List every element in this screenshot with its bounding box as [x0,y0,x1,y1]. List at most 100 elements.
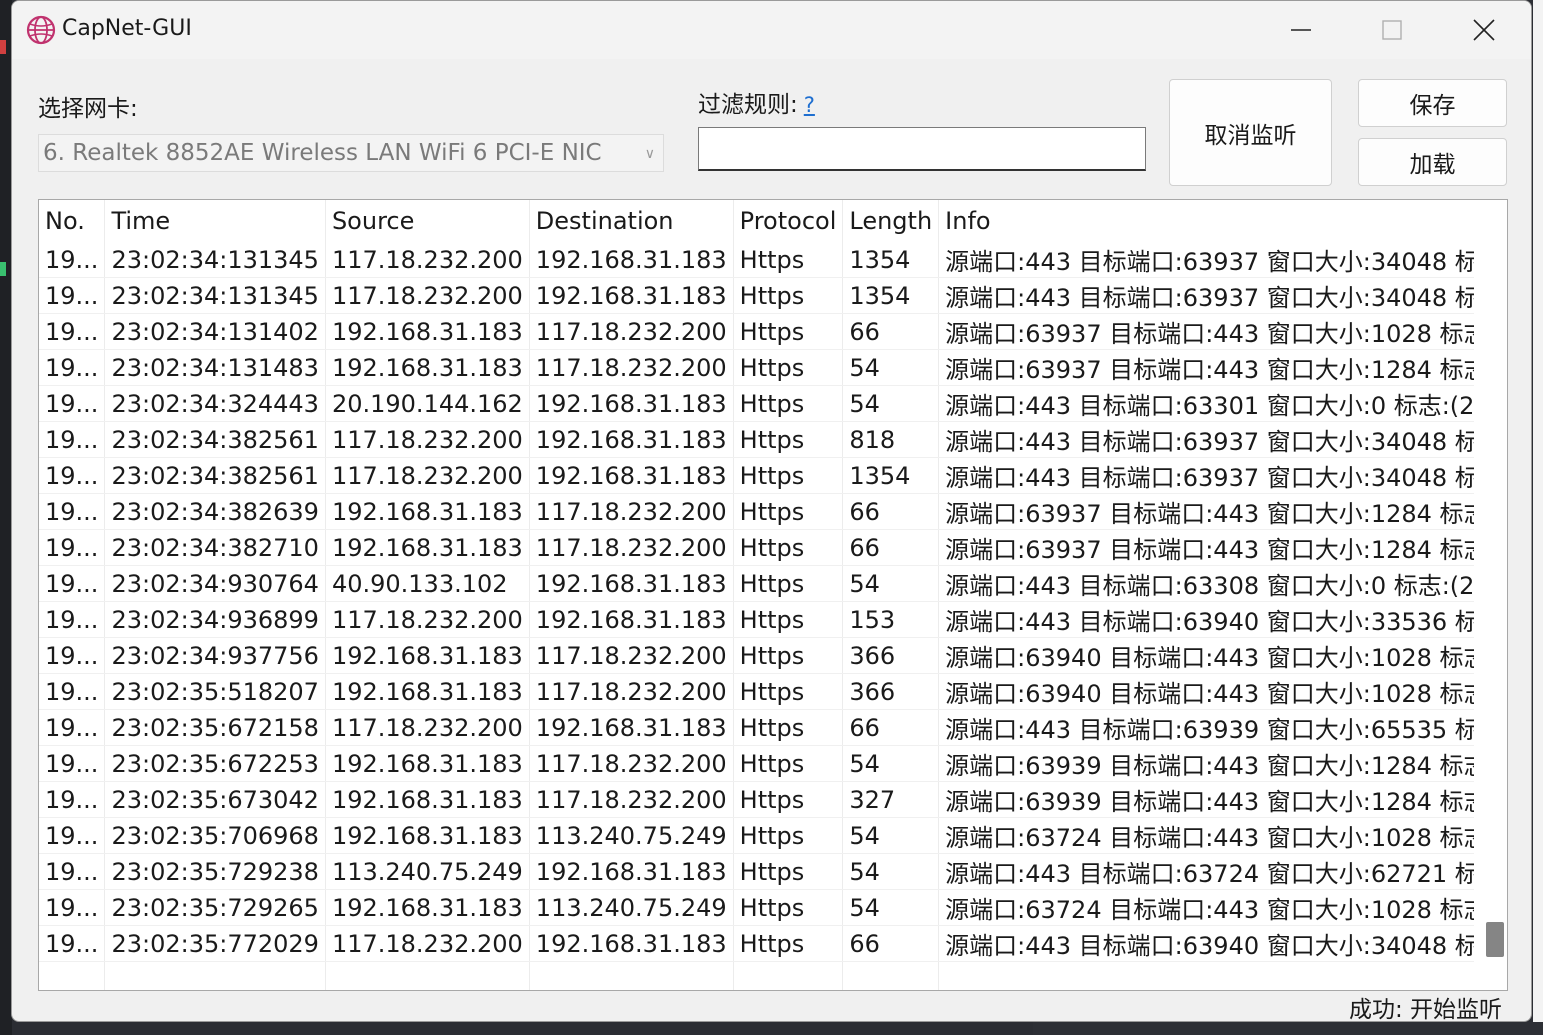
empty-cell [104,961,326,990]
column-header-destination[interactable]: Destination [529,200,734,242]
column-header-info[interactable]: Info [938,200,1507,242]
cell-destination: 192.168.31.183 [529,601,734,638]
column-header-time[interactable]: Time [104,200,326,242]
cell-protocol: Https [733,601,844,638]
cell-info: 源端口:63939 目标端口:443 窗口大小:1284 标志:(24 [938,781,1507,818]
cell-destination: 192.168.31.183 [529,709,734,746]
cell-length: 1354 [842,277,940,314]
cell-time: 23:02:34:131483 [104,349,326,386]
title-bar[interactable]: CapNet-GUI [12,1,1531,59]
chevron-down-icon: ∨ [644,146,655,162]
cell-time: 23:02:34:937756 [104,637,326,674]
cell-source: 117.18.232.200 [325,709,530,746]
cell-info: 源端口:63937 目标端口:443 窗口大小:1284 标志:(16 [938,493,1507,530]
table-row[interactable]: 19... 23:02:35:672253 192.168.31.183 117.18… [39,745,1507,782]
cell-time: 23:02:35:672158 [104,709,326,746]
cell-no: 19... [39,493,106,530]
table-row[interactable]: 19... 23:02:35:673042 192.168.31.183 117.18… [39,781,1507,818]
nic-select[interactable]: 6. Realtek 8852AE Wireless LAN WiFi 6 PC… [38,134,664,172]
table-row[interactable]: 19... 23:02:34:324443 20.190.144.162 192.16… [39,385,1507,422]
table-row[interactable]: 19... 23:02:34:131402 192.168.31.183 117.18… [39,313,1507,350]
cell-length: 818 [842,421,940,458]
cell-length: 66 [842,313,940,350]
maximize-button[interactable] [1361,7,1423,53]
table-row[interactable]: 19... 23:02:35:518207 192.168.31.183 117.18… [39,673,1507,710]
column-header-source[interactable]: Source [325,200,530,242]
cell-protocol: Https [733,313,844,350]
table-row[interactable]: 19... 23:02:34:131483 192.168.31.183 117.18… [39,349,1507,386]
cell-no: 19... [39,242,106,278]
table-row[interactable]: 19... 23:02:34:930764 40.90.133.102 192.168… [39,565,1507,602]
cell-info: 源端口:443 目标端口:63301 窗口大小:0 标志:(20) A... [938,385,1507,422]
close-button[interactable] [1453,7,1515,53]
empty-cell [842,961,940,990]
cell-time: 23:02:34:324443 [104,385,326,422]
filter-help-link[interactable]: ? [804,93,815,117]
cell-no: 19... [39,853,106,890]
table-row[interactable]: 19... 23:02:34:382710 192.168.31.183 117.18… [39,529,1507,566]
cell-source: 40.90.133.102 [325,565,530,602]
table-row[interactable]: 19... 23:02:34:131345 117.18.232.200 192.16… [39,242,1507,278]
cell-length: 327 [842,781,940,818]
table-row[interactable]: 19... 23:02:35:729265 192.168.31.183 113.24… [39,889,1507,926]
cell-no: 19... [39,925,106,962]
cell-source: 113.240.75.249 [325,853,530,890]
table-row[interactable]: 19... 23:02:34:936899 117.18.232.200 192.16… [39,601,1507,638]
filter-input[interactable] [698,127,1146,171]
filter-label-text: 过滤规则: [698,92,798,118]
cell-no: 19... [39,421,106,458]
column-header-length[interactable]: Length [842,200,940,242]
save-button[interactable]: 保存 [1358,79,1507,127]
cell-time: 23:02:35:673042 [104,781,326,818]
minimize-button[interactable] [1270,7,1332,53]
column-header-no[interactable]: No. [39,200,106,242]
empty-cell [938,961,1507,990]
empty-row [39,961,1507,990]
cell-source: 192.168.31.183 [325,781,530,818]
table-scrollbar[interactable] [1474,200,1507,990]
cell-destination: 192.168.31.183 [529,853,734,890]
cell-length: 54 [842,349,940,386]
table-row[interactable]: 19... 23:02:34:937756 192.168.31.183 117.18… [39,637,1507,674]
cell-destination: 117.18.232.200 [529,313,734,350]
cell-length: 54 [842,853,940,890]
cell-source: 117.18.232.200 [325,601,530,638]
cell-length: 54 [842,565,940,602]
table-row[interactable]: 19... 23:02:35:772029 117.18.232.200 192.16… [39,925,1507,962]
cell-info: 源端口:63937 目标端口:443 窗口大小:1028 标志:(16 [938,313,1507,350]
cell-length: 54 [842,745,940,782]
cell-length: 153 [842,601,940,638]
table-row[interactable]: 19... 23:02:35:729238 113.240.75.249 192.16… [39,853,1507,890]
table-row[interactable]: 19... 23:02:34:382639 192.168.31.183 117.18… [39,493,1507,530]
load-button[interactable]: 加载 [1358,138,1507,186]
cell-no: 19... [39,277,106,314]
cell-destination: 192.168.31.183 [529,421,734,458]
cell-destination: 117.18.232.200 [529,637,734,674]
cell-destination: 113.240.75.249 [529,889,734,926]
table-row[interactable]: 19... 23:02:35:706968 192.168.31.183 113.24… [39,817,1507,854]
cell-source: 192.168.31.183 [325,889,530,926]
cell-destination: 117.18.232.200 [529,529,734,566]
table-row[interactable]: 19... 23:02:34:131345 117.18.232.200 192.16… [39,277,1507,314]
cell-info: 源端口:63940 目标端口:443 窗口大小:1028 标志:(24 [938,637,1507,674]
column-header-protocol[interactable]: Protocol [733,200,844,242]
cell-source: 192.168.31.183 [325,349,530,386]
cell-destination: 192.168.31.183 [529,277,734,314]
cell-info: 源端口:443 目标端口:63940 窗口大小:34048 标志:(1 [938,925,1507,962]
packet-table[interactable]: No. Time Source Destination Protocol Len… [38,199,1508,991]
background-window-edge [1533,0,1543,1035]
cell-no: 19... [39,781,106,818]
table-row[interactable]: 19... 23:02:34:382561 117.18.232.200 192.16… [39,457,1507,494]
table-row[interactable]: 19... 23:02:35:672158 117.18.232.200 192.16… [39,709,1507,746]
cell-destination: 117.18.232.200 [529,349,734,386]
cell-info: 源端口:63937 目标端口:443 窗口大小:1284 标志:(16 [938,349,1507,386]
cell-protocol: Https [733,673,844,710]
table-row[interactable]: 19... 23:02:34:382561 117.18.232.200 192.16… [39,421,1507,458]
cancel-capture-button[interactable]: 取消监听 [1169,79,1332,186]
cell-length: 366 [842,637,940,674]
cell-source: 117.18.232.200 [325,925,530,962]
cell-no: 19... [39,889,106,926]
background-taskbar-edge [1033,1022,1543,1035]
cell-time: 23:02:35:706968 [104,817,326,854]
scrollbar-thumb[interactable] [1486,922,1504,957]
